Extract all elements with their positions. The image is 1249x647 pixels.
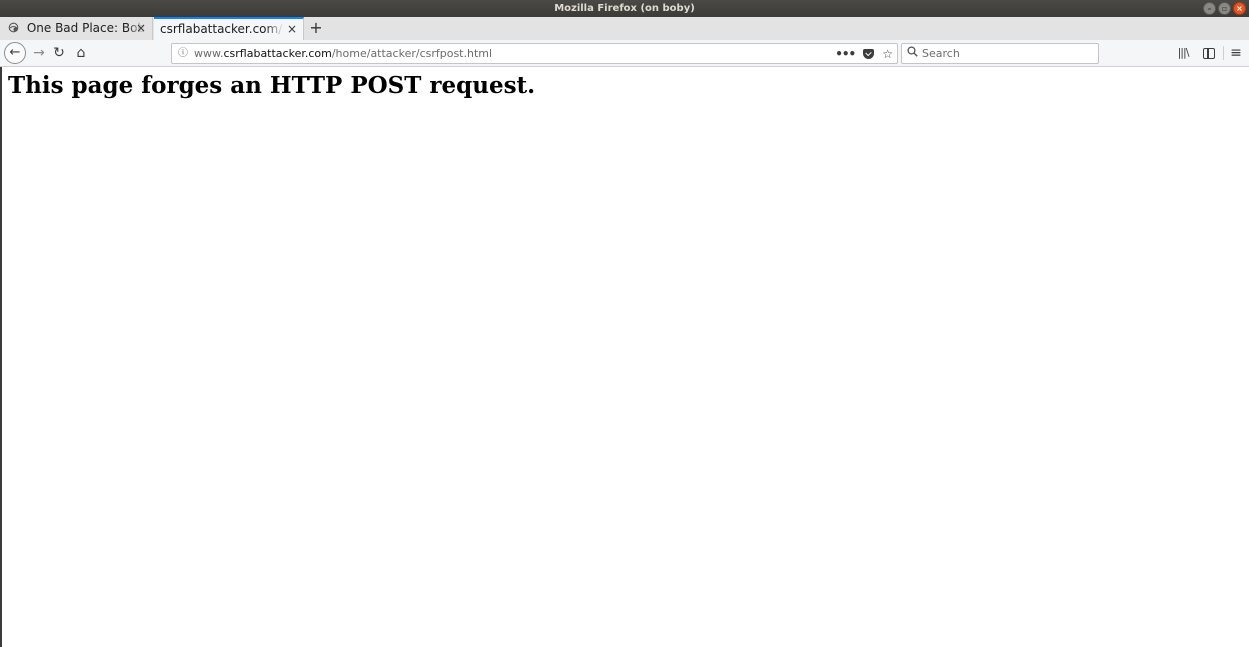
- page-actions-button[interactable]: •••: [835, 47, 856, 61]
- tab-strip: One Bad Place: Boby's × csrflabattacker.…: [0, 17, 1249, 41]
- url-host: csrflabattacker.com: [223, 47, 332, 60]
- tab-one-bad-place[interactable]: One Bad Place: Boby's ×: [0, 17, 153, 40]
- url-text[interactable]: www.csrflabattacker.com/home/attacker/cs…: [194, 44, 492, 63]
- url-bar[interactable]: ⓘ www.csrflabattacker.com/home/attacker/…: [171, 43, 898, 64]
- url-path: /home/attacker/csrfpost.html: [331, 47, 493, 60]
- home-button[interactable]: ⌂: [70, 42, 92, 64]
- tab-label: csrflabattacker.com/home/: [160, 22, 284, 36]
- reload-button[interactable]: ↻: [48, 42, 70, 64]
- url-actions: ••• ☆: [835, 44, 893, 63]
- tab-csrflabattacker[interactable]: csrflabattacker.com/home/ ×: [154, 17, 304, 41]
- tab-close-icon[interactable]: ×: [136, 17, 146, 40]
- browser-window: Mozilla Firefox (on boby) – ▫ × One Bad …: [0, 0, 1249, 647]
- bookmark-star-icon[interactable]: ☆: [882, 47, 893, 61]
- hamburger-menu-icon[interactable]: ≡: [1225, 42, 1247, 64]
- url-prefix: www.: [194, 47, 224, 60]
- library-icon[interactable]: |||\: [1172, 42, 1194, 64]
- site-favicon-icon: [8, 22, 20, 34]
- sidebar-icon[interactable]: [1198, 42, 1220, 64]
- search-bar[interactable]: [901, 43, 1099, 64]
- search-icon: [907, 44, 918, 63]
- navigation-toolbar: ← → ↻ ⌂ ⓘ www.csrflabattacker.com/home/a…: [0, 40, 1249, 67]
- pocket-icon[interactable]: [863, 48, 875, 59]
- maximize-button[interactable]: ▫: [1218, 2, 1231, 15]
- back-button[interactable]: ←: [4, 42, 26, 64]
- tab-close-icon[interactable]: ×: [287, 19, 297, 39]
- window-titlebar: Mozilla Firefox (on boby) – ▫ ×: [0, 0, 1249, 17]
- window-close-button[interactable]: ×: [1233, 2, 1246, 15]
- info-icon[interactable]: ⓘ: [178, 44, 188, 63]
- minimize-button[interactable]: –: [1203, 2, 1216, 15]
- window-controls: – ▫ ×: [1203, 2, 1246, 15]
- tab-label: One Bad Place: Boby's: [26, 21, 145, 35]
- page-content: This page forges an HTTP POST request.: [0, 67, 1249, 647]
- search-input[interactable]: [922, 45, 1092, 62]
- forward-button[interactable]: →: [28, 42, 50, 64]
- toolbar-separator: [1223, 46, 1224, 60]
- page-heading: This page forges an HTTP POST request.: [8, 72, 536, 99]
- window-title: Mozilla Firefox (on boby): [554, 3, 695, 14]
- new-tab-button[interactable]: +: [308, 17, 324, 40]
